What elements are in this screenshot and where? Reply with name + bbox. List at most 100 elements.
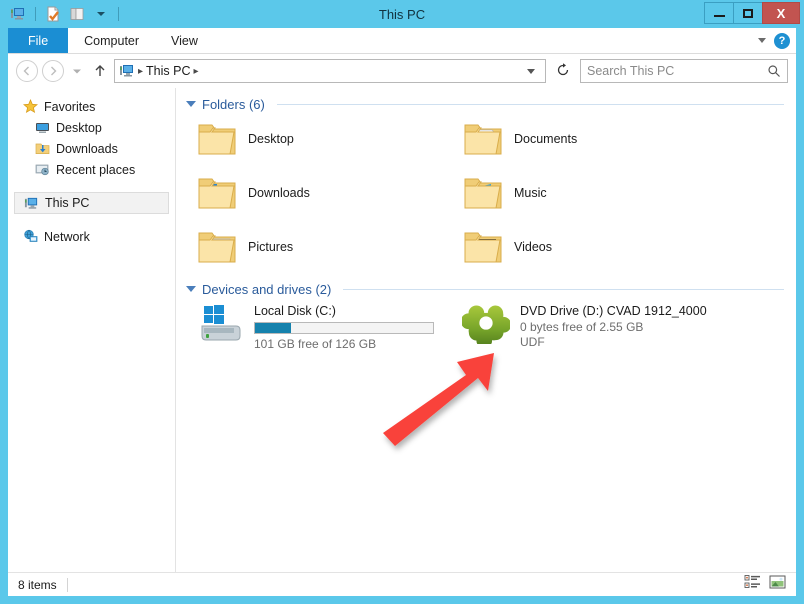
- toolbar-separator-2: [118, 7, 119, 21]
- details-view-button[interactable]: [744, 574, 761, 595]
- title-bar: This PC X: [0, 0, 804, 28]
- drive-item-local-disk[interactable]: Local Disk (C:) 101 GB free of 126 GB: [192, 298, 458, 360]
- refresh-button[interactable]: [550, 62, 576, 80]
- sidebar-label: Desktop: [56, 120, 102, 135]
- sidebar-item-network[interactable]: Network: [8, 226, 175, 247]
- search-placeholder: Search This PC: [587, 64, 675, 78]
- status-divider: [66, 577, 68, 592]
- sidebar-gap-1: [8, 180, 175, 192]
- computer-icon: [23, 195, 39, 211]
- section-title: Folders (6): [202, 96, 265, 112]
- downloads-folder-icon: [34, 141, 50, 157]
- breadcrumb-item-this-pc[interactable]: This PC: [146, 64, 190, 78]
- folder-item-pictures[interactable]: Pictures: [192, 220, 458, 274]
- breadcrumb[interactable]: ▸ This PC ▸: [114, 59, 546, 83]
- folder-label: Documents: [514, 132, 578, 146]
- desktop-icon: [34, 120, 50, 136]
- drive-filesystem-text: UDF: [520, 335, 545, 349]
- drive-capacity-text: 0 bytes free of 2.55 GB: [520, 320, 644, 334]
- properties-icon[interactable]: [43, 4, 63, 24]
- section-title: Devices and drives (2): [202, 281, 332, 297]
- forward-button[interactable]: [42, 60, 64, 82]
- recent-locations-button[interactable]: [68, 65, 86, 77]
- address-bar: ▸ This PC ▸ Search This PC: [8, 54, 796, 88]
- breadcrumb-computer-icon: [120, 65, 133, 77]
- computer-icon[interactable]: [8, 4, 28, 24]
- folder-documents-icon: [464, 124, 502, 155]
- drive-label: Local Disk (C:): [254, 304, 336, 318]
- sidebar-gap-2: [8, 214, 175, 226]
- sidebar-item-downloads[interactable]: Downloads: [8, 138, 175, 159]
- minimize-button[interactable]: [704, 2, 734, 24]
- section-divider: [276, 103, 784, 105]
- breadcrumb-history-icon[interactable]: [527, 68, 535, 74]
- sidebar-item-favorites[interactable]: Favorites: [8, 96, 175, 117]
- sidebar-label: This PC: [45, 196, 90, 210]
- window-controls: X: [704, 2, 800, 24]
- tab-computer[interactable]: Computer: [68, 28, 155, 53]
- up-button[interactable]: [90, 64, 110, 78]
- drive-capacity-text: 101 GB free of 126 GB: [254, 337, 377, 351]
- search-icon: [768, 65, 780, 77]
- drive-item-dvd[interactable]: DVD Drive (D:) CVAD 1912_4000 0 bytes fr…: [458, 298, 724, 360]
- folder-label: Pictures: [248, 240, 294, 254]
- section-header-devices[interactable]: Devices and drives (2): [176, 274, 796, 298]
- drive-label: DVD Drive (D:) CVAD 1912_4000: [520, 304, 707, 318]
- folder-pictures-icon: [198, 232, 236, 263]
- sidebar-item-desktop[interactable]: Desktop: [8, 117, 175, 138]
- folder-downloads-icon: [198, 178, 236, 209]
- recent-places-icon: [34, 162, 50, 178]
- expand-ribbon-icon[interactable]: [758, 38, 766, 43]
- udf-disc-icon: [462, 305, 510, 344]
- tab-view[interactable]: View: [155, 28, 214, 53]
- folder-label: Desktop: [248, 132, 294, 146]
- drive-details: DVD Drive (D:) CVAD 1912_4000 0 bytes fr…: [520, 302, 707, 360]
- devices-grid: Local Disk (C:) 101 GB free of 126 GB DV…: [176, 298, 796, 360]
- help-icon[interactable]: ?: [774, 32, 790, 49]
- close-button[interactable]: X: [762, 2, 800, 24]
- sidebar-label: Network: [44, 229, 90, 244]
- large-icons-view-button[interactable]: [769, 574, 786, 595]
- ribbon-right-controls: ?: [758, 28, 796, 53]
- sidebar-label: Downloads: [56, 141, 118, 156]
- tab-file[interactable]: File: [8, 28, 69, 53]
- customize-quick-access-toolbar-icon[interactable]: [91, 4, 111, 24]
- folder-desktop-icon: [198, 124, 236, 155]
- navigation-pane: Favorites Desktop Downloads Recent place…: [8, 88, 176, 572]
- view-mode-buttons: [744, 574, 786, 595]
- hard-drive-icon: [201, 305, 241, 341]
- sidebar-label: Favorites: [44, 99, 96, 114]
- toolbar-separator: [35, 7, 36, 21]
- sidebar-item-this-pc[interactable]: This PC: [14, 192, 169, 214]
- capacity-bar-fill: [255, 323, 291, 333]
- explorer-body: Favorites Desktop Downloads Recent place…: [8, 88, 796, 572]
- search-input[interactable]: Search This PC: [580, 59, 788, 83]
- folder-item-documents[interactable]: Documents: [458, 112, 724, 166]
- folder-label: Music: [514, 186, 547, 200]
- section-divider: [343, 288, 784, 290]
- ribbon-tabs: File Computer View ?: [8, 28, 796, 54]
- maximize-button[interactable]: [733, 2, 763, 24]
- breadcrumb-separator-1[interactable]: ▸: [138, 66, 143, 77]
- folder-item-desktop[interactable]: Desktop: [192, 112, 458, 166]
- breadcrumb-separator-2[interactable]: ▸: [193, 66, 198, 77]
- new-folder-icon[interactable]: [67, 4, 87, 24]
- status-bar: 8 items: [8, 572, 796, 596]
- collapse-triangle-icon[interactable]: [186, 286, 196, 292]
- folder-item-videos[interactable]: Videos: [458, 220, 724, 274]
- folder-label: Downloads: [248, 186, 310, 200]
- folder-music-icon: [464, 178, 502, 209]
- sidebar-item-recent-places[interactable]: Recent places: [8, 159, 175, 180]
- section-header-folders[interactable]: Folders (6): [176, 88, 796, 112]
- quick-access-toolbar: [0, 0, 122, 28]
- back-button[interactable]: [16, 60, 38, 82]
- folder-item-music[interactable]: Music: [458, 166, 724, 220]
- sidebar-label: Recent places: [56, 162, 136, 177]
- file-list-pane[interactable]: Folders (6) Desktop Documents Downloads …: [176, 88, 796, 572]
- collapse-triangle-icon[interactable]: [186, 101, 196, 107]
- capacity-bar: [254, 322, 434, 334]
- folder-label: Videos: [514, 240, 552, 254]
- folder-item-downloads[interactable]: Downloads: [192, 166, 458, 220]
- file-explorer-window: This PC X File Computer View ? ▸ This PC…: [0, 0, 804, 604]
- star-icon: [22, 99, 38, 115]
